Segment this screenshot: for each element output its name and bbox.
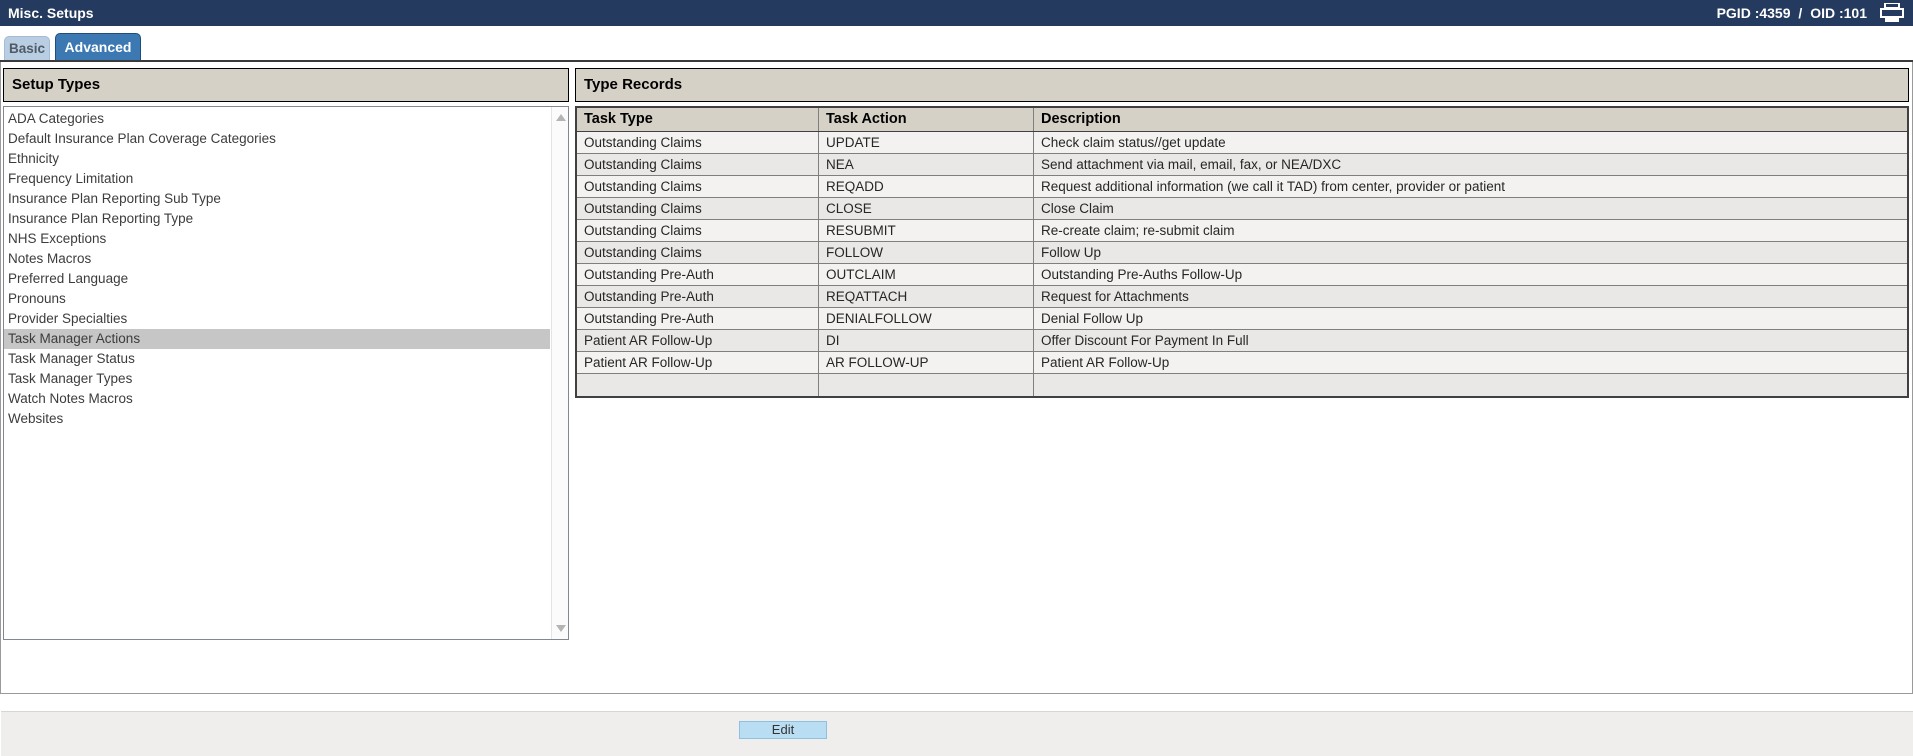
type-record-row[interactable]: Outstanding Pre-Auth OUTCLAIM Outstanding … <box>577 264 1907 286</box>
type-record-row[interactable]: Outstanding Claims UPDATE Check claim stat… <box>577 132 1907 154</box>
edit-button[interactable]: Edit <box>739 721 827 739</box>
tab-advanced[interactable]: Advanced <box>55 33 141 60</box>
footer-bar: Edit <box>1 711 1913 756</box>
type-record-cell: Outstanding Claims <box>577 242 819 263</box>
type-record-cell: Denial Follow Up <box>1041 311 1144 326</box>
setup-type-item[interactable]: NHS Exceptions <box>4 229 550 249</box>
printer-icon[interactable] <box>1879 2 1905 23</box>
type-record-cell: Outstanding Claims <box>577 132 819 153</box>
type-record-row[interactable]: Outstanding Claims FOLLOW Follow Up <box>577 242 1907 264</box>
type-record-cell: Offer Discount For Payment In Full <box>1041 333 1249 348</box>
setup-type-item[interactable]: Pronouns <box>4 289 550 309</box>
column-header-description: Description <box>1041 111 1121 127</box>
type-record-cell <box>1034 374 1907 396</box>
type-record-cell: Outstanding Claims <box>577 176 819 197</box>
type-record-cell: Patient AR Follow-Up <box>577 352 819 373</box>
type-record-cell: Outstanding Claims <box>577 220 819 241</box>
scroll-down-icon[interactable] <box>556 625 566 632</box>
type-record-row[interactable]: Outstanding Claims RESUBMIT Re-create clai… <box>577 220 1907 242</box>
setup-type-item[interactable]: ADA Categories <box>4 109 550 129</box>
type-record-cell: Request for Attachments <box>1041 289 1189 304</box>
top-bar: Misc. Setups PGID :4359 / OID :101 <box>0 0 1913 26</box>
type-record-cell: CLOSE <box>819 198 1034 219</box>
type-record-cell: REQATTACH <box>819 286 1034 307</box>
type-record-row[interactable]: Outstanding Pre-Auth REQATTACH Request for… <box>577 286 1907 308</box>
scroll-up-icon[interactable] <box>556 114 566 121</box>
type-records-header: Type Records <box>575 68 1909 102</box>
type-record-cell: DENIALFOLLOW <box>819 308 1034 329</box>
type-record-cell <box>577 374 819 396</box>
setup-types-listbox[interactable]: ADA Categories Default Insurance Plan Cov… <box>3 106 569 640</box>
type-record-cell: Close Claim <box>1041 201 1114 216</box>
oid-value: OID :101 <box>1810 5 1867 21</box>
page-title: Misc. Setups <box>8 5 94 21</box>
type-record-cell: Outstanding Claims <box>577 198 819 219</box>
column-header-task-action: Task Action <box>819 108 1034 131</box>
setup-type-item[interactable]: Preferred Language <box>4 269 550 289</box>
tab-basic[interactable]: Basic <box>4 36 50 60</box>
type-record-cell: OUTCLAIM <box>819 264 1034 285</box>
type-record-cell: Check claim status//get update <box>1041 135 1226 150</box>
type-record-cell: Request additional information (we call … <box>1041 179 1505 194</box>
type-record-cell: Re-create claim; re-submit claim <box>1041 223 1235 238</box>
setup-type-item[interactable]: Frequency Limitation <box>4 169 550 189</box>
setup-type-item[interactable]: Task Manager Actions <box>4 329 550 349</box>
type-record-cell: RESUBMIT <box>819 220 1034 241</box>
session-ids: PGID :4359 / OID :101 <box>1715 5 1869 21</box>
type-record-cell <box>819 374 1034 396</box>
type-record-cell: REQADD <box>819 176 1034 197</box>
column-header-task-type: Task Type <box>577 108 819 131</box>
type-record-cell: Patient AR Follow-Up <box>577 330 819 351</box>
setup-type-item[interactable]: Task Manager Types <box>4 369 550 389</box>
content-area: Setup Types ADA Categories Default Insura… <box>0 62 1913 756</box>
type-records-table: Task Type Task Action Description Outsta… <box>575 106 1909 398</box>
setup-types-list: ADA Categories Default Insurance Plan Cov… <box>4 109 550 429</box>
type-record-row[interactable]: Patient AR Follow-Up DI Offer Discount For… <box>577 330 1907 352</box>
id-separator: / <box>1798 5 1803 21</box>
setup-type-item[interactable]: Insurance Plan Reporting Sub Type <box>4 189 550 209</box>
type-record-cell: Outstanding Pre-Auth <box>577 264 819 285</box>
type-record-cell: Outstanding Pre-Auth <box>577 286 819 307</box>
pgid-value: PGID :4359 <box>1716 5 1791 21</box>
setup-type-item[interactable]: Provider Specialties <box>4 309 550 329</box>
type-record-row[interactable]: Patient AR Follow-Up AR FOLLOW-UP Patient … <box>577 352 1907 374</box>
type-record-cell: NEA <box>819 154 1034 175</box>
setup-type-item[interactable]: Default Insurance Plan Coverage Categori… <box>4 129 550 149</box>
setup-type-item[interactable]: Ethnicity <box>4 149 550 169</box>
setup-type-item[interactable]: Watch Notes Macros <box>4 389 550 409</box>
setup-type-item[interactable]: Insurance Plan Reporting Type <box>4 209 550 229</box>
setup-type-item[interactable]: Websites <box>4 409 550 429</box>
setup-type-item[interactable]: Task Manager Status <box>4 349 550 369</box>
type-record-row[interactable]: Outstanding Claims CLOSE Close Claim <box>577 198 1907 220</box>
type-record-cell: Patient AR Follow-Up <box>1041 355 1170 370</box>
type-record-cell: Send attachment via mail, email, fax, or… <box>1041 157 1342 172</box>
table-header-row: Task Type Task Action Description <box>577 108 1907 132</box>
type-record-row[interactable]: Outstanding Claims NEA Send attachment via… <box>577 154 1907 176</box>
type-record-cell: Outstanding Pre-Auth <box>577 308 819 329</box>
type-record-cell: Outstanding Pre-Auths Follow-Up <box>1041 267 1243 282</box>
type-record-cell: AR FOLLOW-UP <box>819 352 1034 373</box>
type-record-cell: Follow Up <box>1041 245 1102 260</box>
type-record-cell: DI <box>819 330 1034 351</box>
type-record-cell: Outstanding Claims <box>577 154 819 175</box>
type-record-row[interactable] <box>577 374 1907 396</box>
setup-types-header: Setup Types <box>3 68 569 102</box>
type-record-row[interactable]: Outstanding Claims REQADD Request addition… <box>577 176 1907 198</box>
type-record-cell: FOLLOW <box>819 242 1034 263</box>
table-body: Outstanding Claims UPDATE Check claim stat… <box>577 132 1907 396</box>
type-record-cell: UPDATE <box>819 132 1034 153</box>
tab-strip: Basic Advanced <box>0 26 1913 62</box>
listbox-scrollbar[interactable] <box>551 107 568 639</box>
setup-type-item[interactable]: Notes Macros <box>4 249 550 269</box>
type-record-row[interactable]: Outstanding Pre-Auth DENIALFOLLOW Denial F… <box>577 308 1907 330</box>
